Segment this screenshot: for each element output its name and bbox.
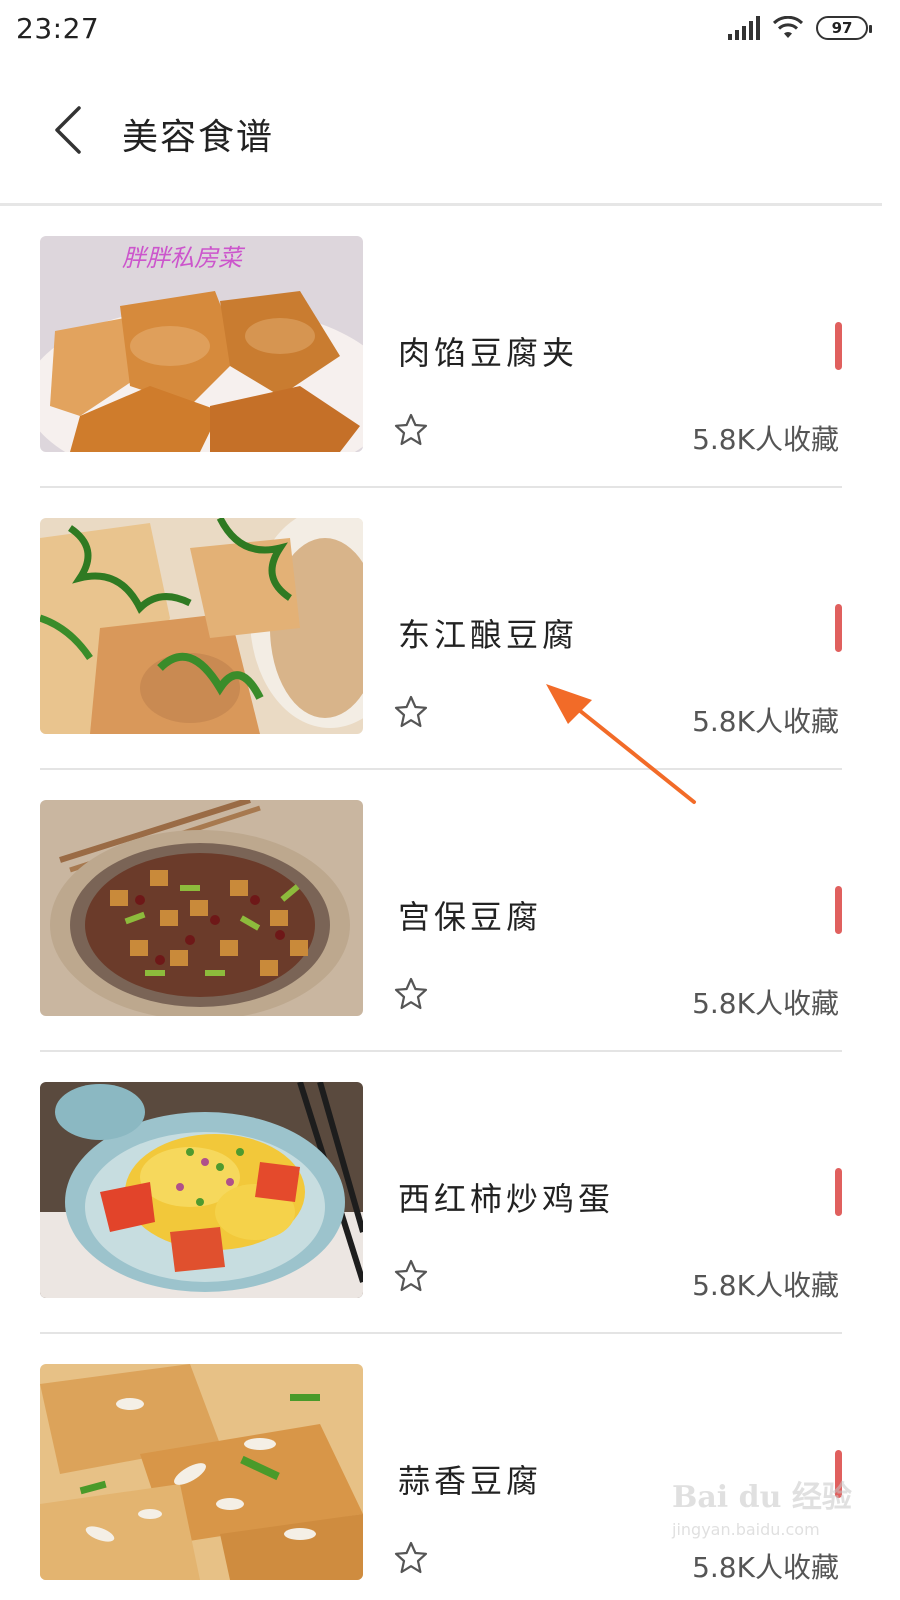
accent-bar	[835, 604, 842, 652]
back-arrow-icon	[55, 106, 81, 154]
favorite-count: 5.8K人收藏	[692, 705, 839, 738]
wifi-icon	[772, 16, 804, 38]
page-title: 美容食谱	[122, 117, 275, 158]
signal-icon	[728, 16, 760, 40]
recipe-item[interactable]: 宫保豆腐 5.8K人收藏	[0, 770, 900, 1052]
star-outline-icon[interactable]	[394, 695, 428, 729]
status-bar: 23:27 97	[0, 0, 900, 62]
image-caption: 胖胖私房菜	[122, 245, 246, 272]
favorite-count: 5.8K人收藏	[692, 1551, 839, 1584]
recipe-image	[40, 1364, 363, 1580]
recipe-image	[40, 800, 363, 1016]
recipe-image: 胖胖私房菜	[40, 236, 363, 452]
recipe-name: 肉馅豆腐夹	[398, 334, 579, 372]
status-icons: 97	[728, 16, 872, 40]
battery-level: 97	[831, 19, 853, 37]
star-outline-icon[interactable]	[394, 1541, 428, 1575]
recipe-name: 东江酿豆腐	[398, 616, 579, 654]
header: 美容食谱	[0, 62, 900, 204]
recipe-name: 宫保豆腐	[398, 898, 543, 936]
recipe-item[interactable]: 蒜香豆腐 5.8K人收藏	[0, 1334, 900, 1600]
favorite-count: 5.8K人收藏	[692, 987, 839, 1020]
accent-bar	[835, 886, 842, 934]
accent-bar	[835, 322, 842, 370]
status-time: 23:27	[16, 12, 100, 45]
back-button[interactable]	[38, 98, 98, 162]
recipe-name: 西红柿炒鸡蛋	[398, 1180, 615, 1218]
watermark-url: jingyan.baidu.com	[672, 1520, 820, 1539]
favorite-count: 5.8K人收藏	[692, 423, 839, 456]
recipe-image	[40, 518, 363, 734]
star-outline-icon[interactable]	[394, 413, 428, 447]
watermark-logo: Bai du 经验	[672, 1480, 852, 1515]
accent-bar	[835, 1168, 842, 1216]
recipe-item[interactable]: 胖胖私房菜 肉馅豆腐夹 5.8K人收藏	[0, 206, 900, 488]
battery-icon: 97	[816, 16, 872, 40]
recipe-name: 蒜香豆腐	[398, 1462, 543, 1500]
recipe-list: 胖胖私房菜 肉馅豆腐夹 5.8K人收藏 东江酿豆腐 5.8K人收藏 宫保豆腐 5…	[0, 206, 900, 1600]
recipe-item[interactable]: 西红柿炒鸡蛋 5.8K人收藏	[0, 1052, 900, 1334]
favorite-count: 5.8K人收藏	[692, 1269, 839, 1302]
star-outline-icon[interactable]	[394, 1259, 428, 1293]
watermark: Bai du 经验 jingyan.baidu.com	[672, 1472, 852, 1552]
recipe-image	[40, 1082, 363, 1298]
star-outline-icon[interactable]	[394, 977, 428, 1011]
recipe-item[interactable]: 东江酿豆腐 5.8K人收藏	[0, 488, 900, 770]
